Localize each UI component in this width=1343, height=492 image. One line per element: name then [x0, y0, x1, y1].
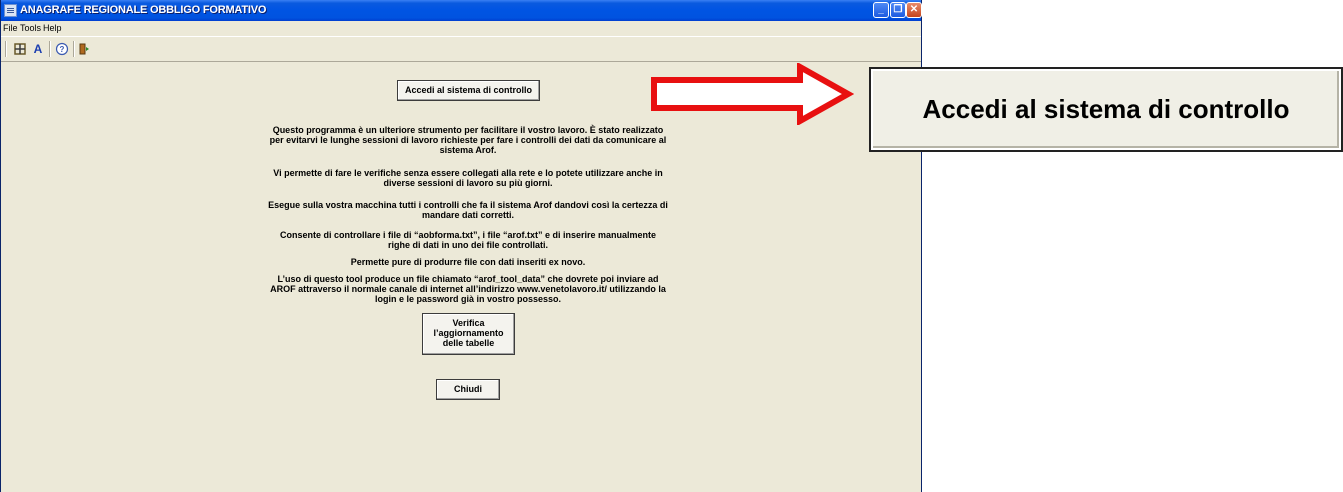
- toolbar-grip: [5, 41, 7, 57]
- output-paragraph: L’uso di questo tool produce un file chi…: [270, 274, 666, 304]
- new-files-paragraph: Permette pure di produrre file con dati …: [350, 257, 586, 267]
- main-panel: Accedi al sistema di controllo Questo pr…: [1, 62, 921, 492]
- exit-icon[interactable]: [78, 42, 92, 56]
- window-title: ANAGRAFE REGIONALE OBBLIGO FORMATIVO: [20, 4, 267, 16]
- font-icon[interactable]: A: [31, 42, 45, 56]
- close-window-button[interactable]: ✕: [906, 2, 922, 18]
- title-bar[interactable]: ANAGRAFE REGIONALE OBBLIGO FORMATIVO _ ❐…: [1, 0, 922, 21]
- checks-paragraph: Esegue sulla vostra macchina tutti i con…: [268, 200, 668, 220]
- menu-file[interactable]: File: [3, 23, 18, 33]
- toolbar-separator: [49, 41, 51, 57]
- zoomed-access-button-callout: Accedi al sistema di controllo: [869, 67, 1343, 152]
- offline-paragraph: Vi permette di fare le verifiche senza e…: [273, 168, 663, 188]
- check-tables-update-button[interactable]: Verifica l’aggiornamento delle tabelle: [422, 313, 515, 355]
- app-icon: [4, 4, 17, 17]
- callout-arrow: [651, 63, 854, 125]
- tools-icon[interactable]: [13, 42, 27, 56]
- toolbar: A ?: [1, 36, 921, 62]
- menu-tools[interactable]: Tools: [20, 23, 41, 33]
- files-paragraph: Consente di controllare i file di “aobfo…: [279, 230, 657, 250]
- minimize-button[interactable]: _: [873, 2, 889, 18]
- menu-help[interactable]: Help: [43, 23, 62, 33]
- help-icon[interactable]: ?: [55, 42, 69, 56]
- maximize-button[interactable]: ❐: [890, 2, 906, 18]
- intro-paragraph: Questo programma è un ulteriore strument…: [269, 125, 667, 155]
- chiudi-button[interactable]: Chiudi: [436, 379, 500, 400]
- menu-bar: File Tools Help: [1, 21, 921, 35]
- svg-text:?: ?: [60, 45, 65, 54]
- toolbar-separator: [73, 41, 75, 57]
- access-control-button[interactable]: Accedi al sistema di controllo: [397, 80, 540, 101]
